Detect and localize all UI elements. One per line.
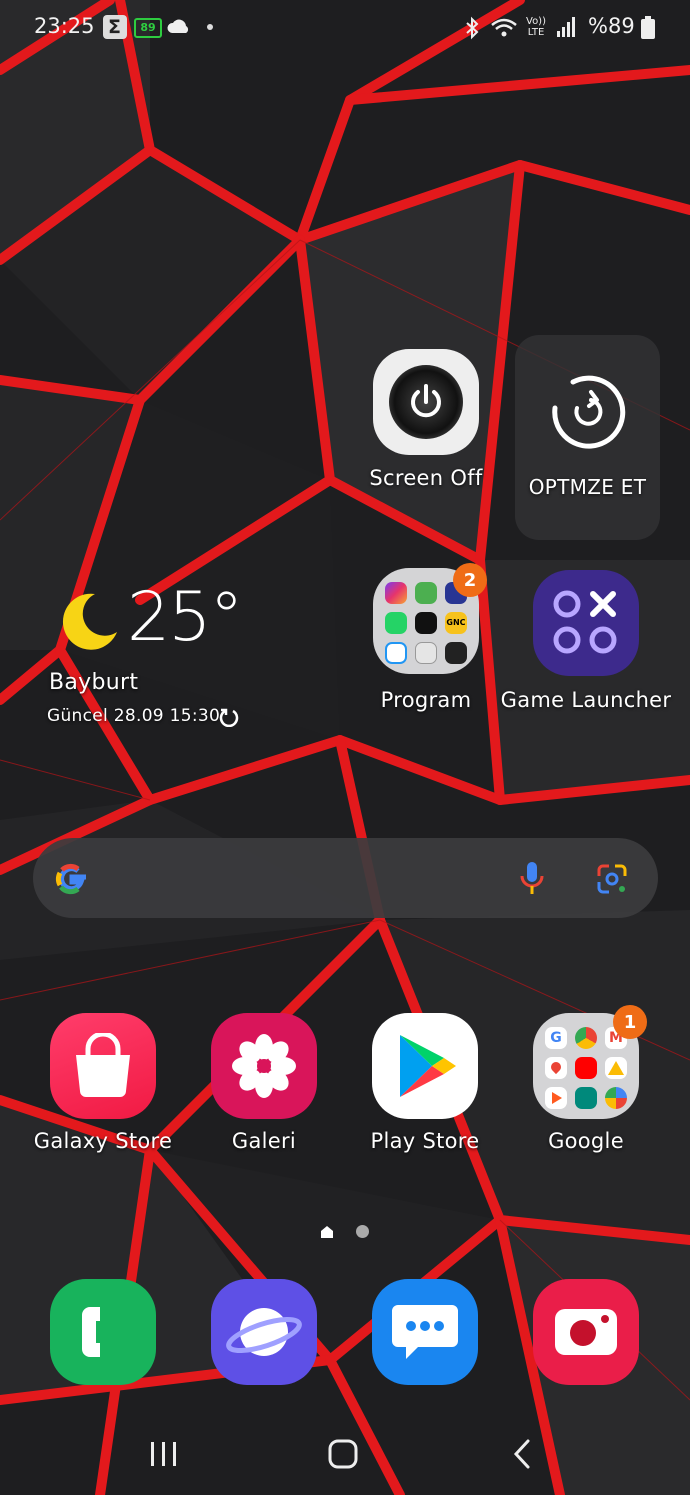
- camera-icon: [555, 1309, 617, 1355]
- galeri-label: Galeri: [231, 1129, 297, 1153]
- home-button-icon[interactable]: [326, 1437, 362, 1473]
- galaxy-store-label: Galaxy Store: [33, 1129, 173, 1153]
- bluetooth-icon: [466, 16, 479, 40]
- wifi-icon: [491, 18, 517, 37]
- messages-app[interactable]: [372, 1279, 478, 1385]
- shopping-bag-icon: [76, 1033, 130, 1097]
- wallpaper: [0, 0, 690, 1495]
- google-label: Google: [548, 1129, 624, 1153]
- phone-icon: [82, 1307, 100, 1357]
- phone-app[interactable]: [50, 1279, 156, 1385]
- back-button-icon[interactable]: [508, 1438, 538, 1470]
- refresh-icon[interactable]: [219, 707, 239, 727]
- photos-icon: [605, 1087, 627, 1109]
- home-page-indicator-icon[interactable]: [319, 1224, 335, 1240]
- game-launcher-app[interactable]: [533, 570, 639, 676]
- play-store-label: Play Store: [370, 1129, 480, 1153]
- whatsapp-icon: [385, 612, 407, 634]
- app-icon: [415, 612, 437, 634]
- google-badge: 1: [613, 1005, 647, 1039]
- battery-percent: %89: [588, 14, 635, 38]
- notification-dot-icon: [207, 24, 213, 30]
- weather-updated: Güncel 28.09 15:30: [47, 706, 221, 726]
- refresh-circle-icon: [552, 375, 626, 449]
- screen-off-label: Screen Off: [369, 466, 483, 490]
- cloud-icon: [167, 19, 189, 33]
- google-app-icon: G: [545, 1027, 567, 1049]
- galaxy-store-app[interactable]: [50, 1013, 156, 1119]
- android-app-icon: [415, 582, 437, 604]
- google-search-bar[interactable]: [33, 838, 658, 918]
- play-store-app[interactable]: [372, 1013, 478, 1119]
- weather-city: Bayburt: [49, 670, 139, 695]
- play-store-icon: [400, 1035, 456, 1097]
- instagram-icon: [385, 582, 407, 604]
- signal-icon: [557, 17, 575, 37]
- internet-planet-icon: [226, 1308, 302, 1356]
- drive-icon: [605, 1057, 627, 1079]
- status-time: 23:25: [34, 14, 95, 38]
- meet-icon: [575, 1087, 597, 1109]
- chat-bubble-icon: [392, 1305, 458, 1359]
- youtube-icon: [575, 1057, 597, 1079]
- gnc-icon: GNC: [445, 612, 467, 634]
- galeri-app[interactable]: [211, 1013, 317, 1119]
- optimize-label: OPTMZE ET: [528, 475, 647, 499]
- game-launcher-label: Game Launcher: [500, 688, 672, 712]
- google-lens-icon[interactable]: [595, 862, 629, 896]
- app-icon: [445, 642, 467, 664]
- youtube-music-icon: [545, 1087, 567, 1109]
- screen-off-app[interactable]: [373, 349, 479, 455]
- power-icon: [411, 384, 441, 418]
- game-launcher-icon: [553, 590, 617, 654]
- battery-saver-icon: 89: [134, 18, 162, 38]
- program-badge: 2: [453, 563, 487, 597]
- microphone-icon[interactable]: [519, 860, 545, 898]
- maps-icon: [545, 1057, 567, 1079]
- flower-icon: [232, 1034, 296, 1098]
- app-icon: [415, 642, 437, 664]
- app-icon: [385, 642, 407, 664]
- google-g-icon: [55, 863, 86, 895]
- weather-temperature: 25°: [127, 578, 244, 657]
- internet-app[interactable]: [211, 1279, 317, 1385]
- app-notification-icon: Σ: [103, 15, 127, 39]
- page-indicator-dot[interactable]: [356, 1225, 369, 1238]
- volte-indicator: Vo)) LTE: [526, 16, 546, 38]
- weather-widget[interactable]: 25° Bayburt Güncel 28.09 15:30: [45, 578, 305, 738]
- chrome-icon: [575, 1027, 597, 1049]
- camera-app[interactable]: [533, 1279, 639, 1385]
- moon-icon: [62, 593, 117, 650]
- recent-apps-icon[interactable]: [147, 1438, 181, 1470]
- optimize-widget[interactable]: OPTMZE ET: [515, 335, 660, 540]
- program-label: Program: [380, 688, 472, 712]
- battery-icon: [641, 16, 655, 39]
